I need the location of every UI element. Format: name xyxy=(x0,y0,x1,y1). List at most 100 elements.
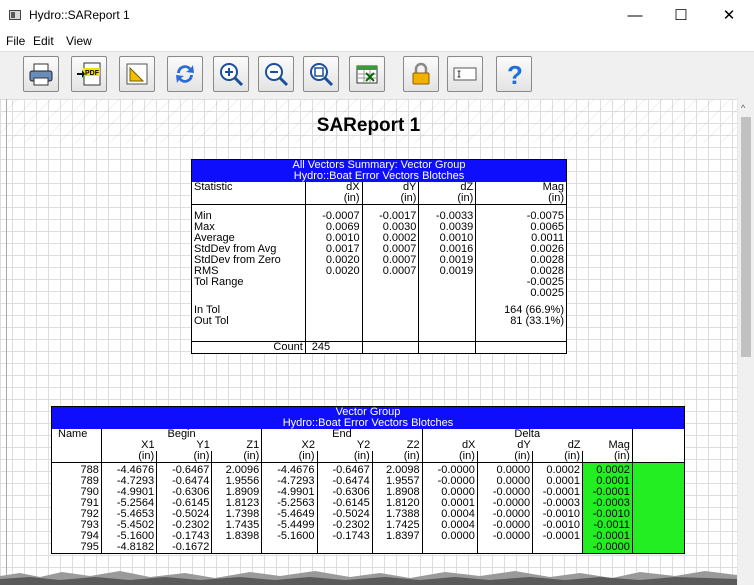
table-row: 795 -4.8182 -0.1672 -0.0000 xyxy=(52,541,685,553)
data-cell: -5.4649 xyxy=(261,508,318,520)
toolbar: PDF ? xyxy=(0,51,754,101)
text-field-button[interactable] xyxy=(447,56,483,92)
table-row: 788 -4.4676 -0.6467 2.0096 -4.4676 -0.6467 2.0… xyxy=(52,463,685,476)
refresh-button[interactable] xyxy=(167,56,203,92)
scrollbar-thumb[interactable] xyxy=(741,117,751,357)
zoom-fit-button[interactable] xyxy=(303,56,339,92)
print-button[interactable] xyxy=(23,56,59,92)
data-cell: -0.0010 xyxy=(532,508,583,520)
data-cell: -4.4676 xyxy=(100,464,157,476)
table-row: Tol Range -0.0025 xyxy=(192,277,567,288)
data-cell: -0.6467 xyxy=(316,464,373,476)
stat-value xyxy=(304,316,363,327)
table-row: Max 0.0069 0.0030 0.0039 0.0065 xyxy=(192,222,567,233)
col-header-name: Name xyxy=(58,428,88,440)
table-row: 789 -4.7293 -0.6474 1.9556 -4.7293 -0.6474 1.9… xyxy=(52,475,685,487)
data-cell: -0.0001 xyxy=(582,486,633,498)
unit-cell: (in) xyxy=(421,451,478,463)
unit-cell: (in) xyxy=(361,193,419,205)
data-cell xyxy=(316,541,373,553)
data-cell: -4.4676 xyxy=(261,464,318,476)
stat-label: Out Tol xyxy=(194,315,229,327)
stat-value xyxy=(361,277,419,288)
data-cell: 1.9557 xyxy=(371,475,423,487)
text-field-icon xyxy=(453,67,477,81)
vertical-scrollbar[interactable]: ^ xyxy=(737,99,754,585)
data-cell: 1.9556 xyxy=(211,475,262,487)
unit-cell: (in) xyxy=(418,193,476,205)
zoom-in-button[interactable] xyxy=(213,56,249,92)
data-cell: 1.8397 xyxy=(371,530,423,542)
data-cell: -0.0003 xyxy=(532,497,583,509)
data-cell: -0.0000 xyxy=(421,464,478,476)
scroll-up-icon[interactable]: ^ xyxy=(741,103,745,113)
data-cell: 1.8908 xyxy=(371,486,423,498)
row-name: 788 xyxy=(80,463,99,476)
minimize-button[interactable]: — xyxy=(612,0,658,31)
data-cell: -0.6474 xyxy=(156,475,212,487)
measure-button[interactable] xyxy=(119,56,155,92)
data-cell xyxy=(371,541,423,553)
unit-cell: (in) xyxy=(475,193,567,205)
help-icon: ? xyxy=(507,61,523,87)
stat-value xyxy=(304,288,363,299)
tol-indicator xyxy=(631,497,685,509)
table-row: 793 -5.4502 -0.2302 1.7435 -5.4499 -0.2302 1.7… xyxy=(52,519,685,531)
vector-rows: 788 -4.4676 -0.6467 2.0096 -4.4676 -0.6467 2.0… xyxy=(52,463,685,553)
table-row: Out Tol 81 (33.1%) xyxy=(192,316,567,327)
tol-indicator xyxy=(631,508,685,520)
data-cell: 1.7398 xyxy=(211,508,262,520)
data-cell: -0.0011 xyxy=(582,519,633,531)
menu-file[interactable]: File xyxy=(6,34,25,48)
menu-view[interactable]: View xyxy=(66,34,92,48)
stat-value xyxy=(304,305,363,316)
maximize-button[interactable]: ☐ xyxy=(658,0,704,31)
export-pdf-button[interactable]: PDF xyxy=(71,56,107,92)
menu-bar: File Edit View xyxy=(0,31,754,51)
svg-text:PDF: PDF xyxy=(85,70,100,77)
data-cell: -0.0010 xyxy=(582,508,633,520)
svg-text:?: ? xyxy=(507,61,523,87)
app-icon xyxy=(9,10,21,20)
stat-label: Tol Range xyxy=(194,276,244,288)
data-cell: -5.4502 xyxy=(100,519,157,531)
unit-cell: (in) xyxy=(100,451,157,463)
data-cell xyxy=(532,541,583,553)
data-cell: -0.0001 xyxy=(582,530,633,542)
stat-value: 0.0007 xyxy=(361,266,419,277)
table-row: 0.0025 xyxy=(192,288,567,299)
help-button[interactable]: ? xyxy=(496,56,532,92)
data-cell: -0.0000 xyxy=(476,497,533,509)
data-cell: 0.0000 xyxy=(421,486,478,498)
data-cell: -4.7293 xyxy=(100,475,157,487)
report-viewport[interactable]: SAReport 1 All Vectors Summary: Vector G… xyxy=(0,99,737,585)
measure-icon xyxy=(126,63,148,85)
stat-value xyxy=(361,288,419,299)
tol-indicator xyxy=(631,530,685,542)
export-pdf-icon: PDF xyxy=(77,62,101,86)
stat-label xyxy=(192,288,306,299)
menu-edit[interactable]: Edit xyxy=(33,34,54,48)
data-cell: -0.1743 xyxy=(156,530,212,542)
row-name: 794 xyxy=(80,529,99,542)
export-excel-icon xyxy=(356,65,378,84)
zoom-out-button[interactable] xyxy=(258,56,294,92)
data-cell xyxy=(261,541,318,553)
unit-cell: (in) xyxy=(371,451,423,463)
summary-subtitle: Hydro::Boat Error Vectors Blotches xyxy=(191,171,567,182)
data-cell: -0.6474 xyxy=(316,475,373,487)
data-cell: 1.7388 xyxy=(371,508,423,520)
data-cell: -0.0000 xyxy=(476,519,533,531)
unit-cell: (in) xyxy=(261,451,318,463)
data-cell: -0.0000 xyxy=(476,530,533,542)
lock-button[interactable] xyxy=(403,56,439,92)
data-cell: 0.0002 xyxy=(582,464,633,476)
data-cell: -4.9901 xyxy=(100,486,157,498)
export-excel-button[interactable] xyxy=(349,56,385,92)
data-cell: -0.1743 xyxy=(316,530,373,542)
close-button[interactable]: ✕ xyxy=(704,0,754,31)
data-cell: -5.4499 xyxy=(261,519,318,531)
data-cell: 0.0001 xyxy=(582,475,633,487)
data-cell: -5.2564 xyxy=(100,497,157,509)
table-row: 792 -5.4653 -0.5024 1.7398 -5.4649 -0.5024 1.7… xyxy=(52,508,685,520)
